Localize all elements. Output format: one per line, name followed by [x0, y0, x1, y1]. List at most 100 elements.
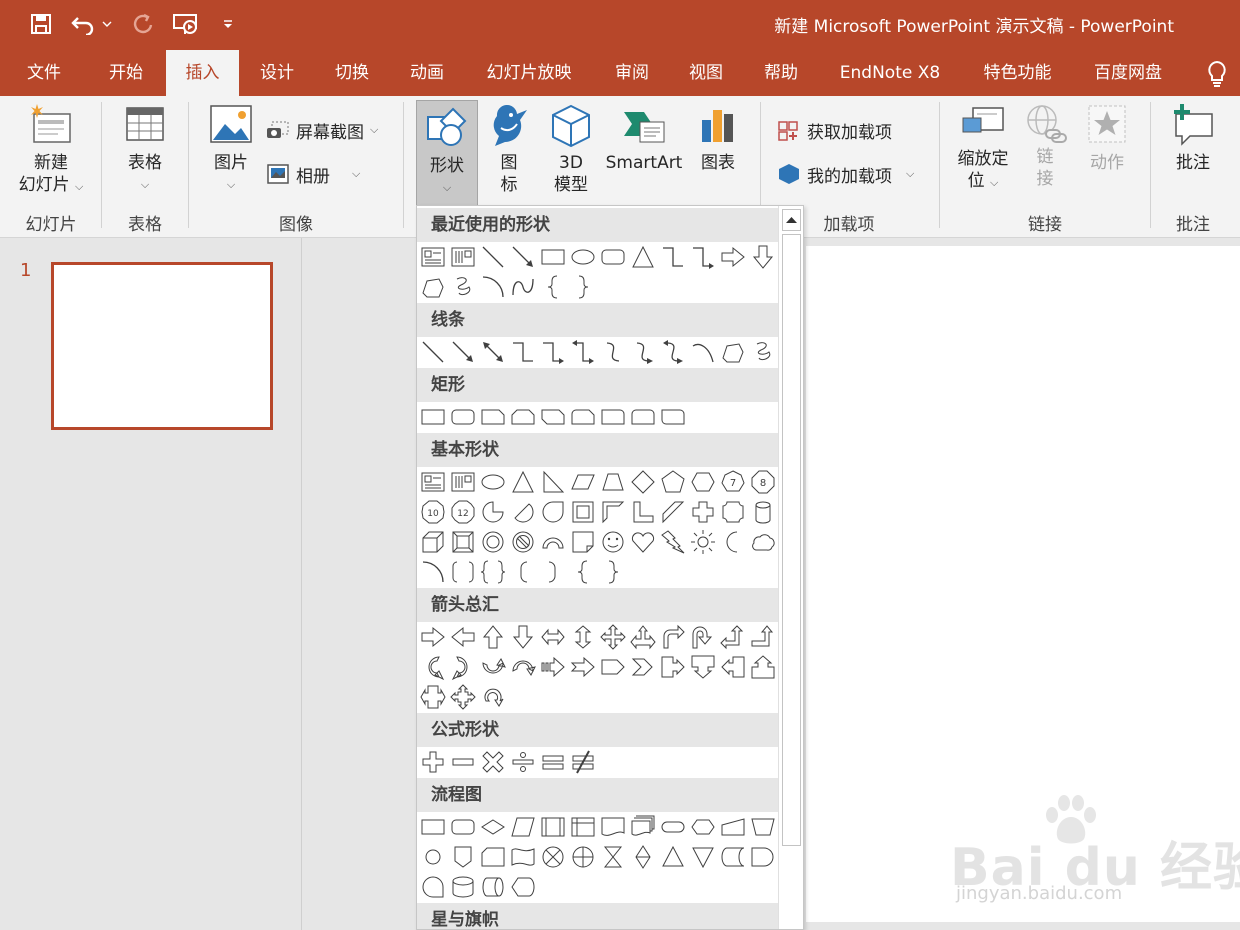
shape-arc-icon[interactable] — [479, 273, 507, 301]
shape-fcSeqAccess-icon[interactable] — [419, 873, 447, 901]
shape-calloutR-icon[interactable] — [659, 653, 687, 681]
shape-lightning-icon[interactable] — [659, 528, 687, 556]
shape-lbrace-icon[interactable] — [569, 558, 597, 586]
shape-oval-icon[interactable] — [479, 468, 507, 496]
shape-elbow-icon[interactable] — [509, 338, 537, 366]
lightbulb-icon[interactable] — [1204, 60, 1230, 88]
shape-curvL-icon[interactable] — [449, 653, 477, 681]
shape-can-icon[interactable] — [749, 498, 777, 526]
tab-insert[interactable]: 插入 — [166, 50, 239, 96]
tab-review[interactable]: 审阅 — [598, 50, 666, 96]
new-slide-button[interactable]: 新建 幻灯片 ⌵ — [10, 102, 92, 198]
shape-freeline-icon[interactable] — [689, 338, 717, 366]
shape-fcMerge-icon[interactable] — [689, 843, 717, 871]
shape-rbrace-icon[interactable] — [599, 558, 627, 586]
shapes-button[interactable]: 形状 ⌵ — [416, 100, 478, 206]
shape-para-icon[interactable] — [569, 468, 597, 496]
shape-fcCollate-icon[interactable] — [599, 843, 627, 871]
shape-fcPredef-icon[interactable] — [539, 813, 567, 841]
shape-fcDecision-icon[interactable] — [479, 813, 507, 841]
shape-fcPrep-icon[interactable] — [689, 813, 717, 841]
shape-fcCard-icon[interactable] — [479, 843, 507, 871]
shape-foldedcorner-icon[interactable] — [569, 528, 597, 556]
shape-arrowL-icon[interactable] — [449, 623, 477, 651]
tab-features[interactable]: 特色功能 — [970, 50, 1065, 96]
shape-fcSumJunc-icon[interactable] — [539, 843, 567, 871]
shape-elbow-icon[interactable] — [659, 243, 687, 271]
shape-vtextbox-icon[interactable] — [449, 468, 477, 496]
get-addins-button[interactable]: 获取加载项 — [777, 116, 892, 144]
shape-notequal-icon[interactable] — [569, 748, 597, 776]
picture-button[interactable]: 图片 ⌵ — [200, 102, 262, 196]
shape-rounddiag-icon[interactable] — [659, 403, 687, 431]
shape-snip2-icon[interactable] — [509, 403, 537, 431]
shape-snipdiag-icon[interactable] — [539, 403, 567, 431]
shape-cross-icon[interactable] — [689, 498, 717, 526]
tab-baidu-netdisk[interactable]: 百度网盘 — [1083, 50, 1173, 96]
shape-line-icon[interactable] — [479, 243, 507, 271]
shape-arrowUD-icon[interactable] — [569, 623, 597, 651]
shape-fcInternal-icon[interactable] — [569, 813, 597, 841]
shape-diagstripe-icon[interactable] — [659, 498, 687, 526]
shape-oval-icon[interactable] — [569, 243, 597, 271]
shape-rbracket-icon[interactable] — [539, 558, 567, 586]
shape-curvU-icon[interactable] — [479, 653, 507, 681]
tab-help[interactable]: 帮助 — [747, 50, 815, 96]
shape-fcOffPage-icon[interactable] — [449, 843, 477, 871]
scroll-thumb[interactable] — [782, 234, 801, 846]
shape-arrowLRU-icon[interactable] — [629, 623, 657, 651]
customize-qat-icon[interactable] — [216, 8, 240, 40]
shape-rtri-icon[interactable] — [539, 468, 567, 496]
shape-dblbracket-icon[interactable] — [449, 558, 477, 586]
shape-moon-icon[interactable] — [719, 528, 747, 556]
shape-fcAlt-icon[interactable] — [449, 813, 477, 841]
shape-dodeca-icon[interactable]: 12 — [449, 498, 477, 526]
shape-sun-icon[interactable] — [689, 528, 717, 556]
zoom-button[interactable]: 缩放定 位 ⌵ — [948, 102, 1018, 194]
shape-arrowLR-icon[interactable] — [539, 623, 567, 651]
shape-fcManualOp-icon[interactable] — [749, 813, 777, 841]
save-icon[interactable] — [25, 8, 57, 40]
shape-trap-icon[interactable] — [599, 468, 627, 496]
shape-calloutQuad-icon[interactable] — [449, 683, 477, 711]
shape-elbowdbl-icon[interactable] — [569, 338, 597, 366]
shape-scribble-icon[interactable] — [449, 273, 477, 301]
shape-lshape-icon[interactable] — [629, 498, 657, 526]
tab-animations[interactable]: 动画 — [393, 50, 461, 96]
shape-wave-icon[interactable] — [509, 273, 537, 301]
shape-fcDoc-icon[interactable] — [599, 813, 627, 841]
shape-chevron-icon[interactable] — [629, 653, 657, 681]
shape-rrect-icon[interactable] — [599, 243, 627, 271]
shape-snip1-icon[interactable] — [479, 403, 507, 431]
photo-album-button[interactable]: 相册 ⌵ — [266, 160, 360, 188]
shape-calloutLR-icon[interactable] — [419, 683, 447, 711]
tab-home[interactable]: 开始 — [92, 50, 160, 96]
shape-fcExtract-icon[interactable] — [659, 843, 687, 871]
shape-fcData-icon[interactable] — [509, 813, 537, 841]
shape-textbox-icon[interactable] — [419, 243, 447, 271]
shape-notchedR-icon[interactable] — [569, 653, 597, 681]
action-button[interactable]: 动作 — [1080, 102, 1134, 174]
shape-fcDisplay-icon[interactable] — [509, 873, 537, 901]
shape-leftup-icon[interactable] — [719, 623, 747, 651]
tab-endnote[interactable]: EndNote X8 — [830, 50, 950, 96]
shape-lbrace-icon[interactable] — [539, 273, 567, 301]
shape-bevel-icon[interactable] — [449, 528, 477, 556]
shape-chord-icon[interactable] — [509, 498, 537, 526]
shape-cloud-icon[interactable] — [749, 528, 777, 556]
shape-equal-icon[interactable] — [539, 748, 567, 776]
screenshot-button[interactable]: 屏幕截图 ⌵ — [266, 116, 378, 144]
shape-dblbrace-icon[interactable] — [479, 558, 507, 586]
my-addins-button[interactable]: 我的加载项 ⌵ — [777, 160, 914, 188]
shape-fcDelay-icon[interactable] — [749, 843, 777, 871]
shape-frame-icon[interactable] — [569, 498, 597, 526]
shape-smiley-icon[interactable] — [599, 528, 627, 556]
shape-fcOr-icon[interactable] — [569, 843, 597, 871]
shape-teardrop-icon[interactable] — [539, 498, 567, 526]
shape-curvD-icon[interactable] — [509, 653, 537, 681]
slide-thumbnail[interactable] — [51, 262, 273, 430]
shape-uturn-icon[interactable] — [689, 623, 717, 651]
shape-minus-icon[interactable] — [449, 748, 477, 776]
shape-fcMultiDoc-icon[interactable] — [629, 813, 657, 841]
shape-fcMagDisk-icon[interactable] — [449, 873, 477, 901]
